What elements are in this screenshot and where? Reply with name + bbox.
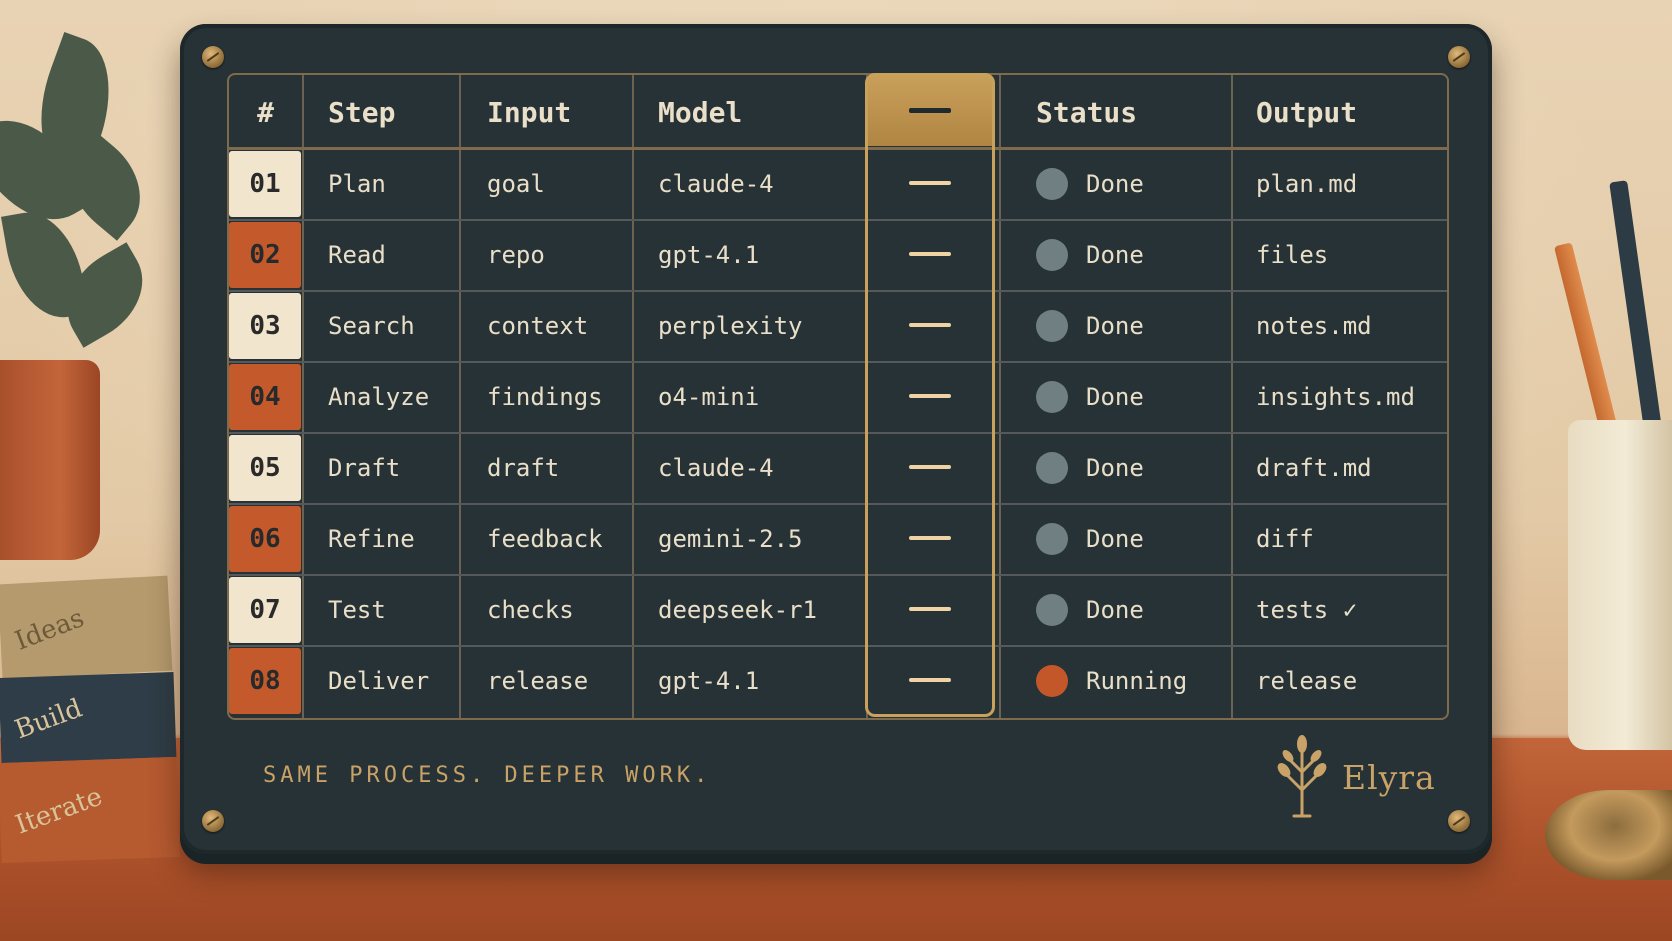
paperclip-dish [1545, 790, 1672, 880]
header-step: Step [328, 95, 396, 129]
dash-icon [909, 394, 951, 398]
row-number: 06 [229, 506, 301, 572]
screw-icon [1448, 810, 1470, 832]
row-status: Done [1036, 433, 1144, 503]
row-status: Running [1036, 646, 1187, 716]
pencil-cup [1568, 420, 1672, 750]
row-status-label: Done [1086, 454, 1144, 482]
row-input: draft [487, 454, 560, 482]
row-model: deepseek-r1 [658, 596, 817, 624]
dash-icon [909, 181, 951, 185]
status-done-icon [1036, 310, 1068, 342]
row-status-label: Done [1086, 525, 1144, 553]
row-output: release [1256, 667, 1358, 695]
row-status-label: Done [1086, 596, 1144, 624]
row-input: checks [487, 596, 574, 624]
status-done-icon [1036, 594, 1068, 626]
sprout-icon [1277, 735, 1327, 818]
row-model: perplexity [658, 312, 803, 340]
row-output: insights.md [1256, 383, 1415, 411]
book-iterate-label: Iterate [11, 781, 107, 841]
row-input: release [487, 667, 589, 695]
dash-icon [909, 252, 951, 256]
row-model: claude-4 [658, 170, 774, 198]
row-step: Analyze [328, 383, 430, 411]
row-number: 08 [229, 648, 301, 714]
row-output: tests ✓ [1256, 596, 1358, 624]
row-number: 01 [229, 151, 301, 217]
row-step: Test [328, 596, 386, 624]
row-output: diff [1256, 525, 1314, 553]
dash-icon [909, 465, 951, 469]
book-iterate: Iterate [0, 756, 180, 864]
dash-icon [909, 678, 951, 682]
book-build-label: Build [10, 692, 87, 745]
dash-icon [909, 607, 951, 611]
row-input: repo [487, 241, 545, 269]
screw-icon [1448, 46, 1470, 68]
desk-scene: Ideas Build Iterate # Step Input Model S… [0, 0, 1672, 941]
status-done-icon [1036, 452, 1068, 484]
row-step: Draft [328, 454, 401, 482]
book-build: Build [0, 671, 177, 764]
row-model: gemini-2.5 [658, 525, 803, 553]
book-ideas: Ideas [0, 575, 173, 680]
screw-icon [202, 46, 224, 68]
row-model: gpt-4.1 [658, 667, 760, 695]
row-input: feedback [487, 525, 603, 553]
status-running-icon [1036, 665, 1068, 697]
row-status: Done [1036, 362, 1144, 432]
row-status-label: Done [1086, 241, 1144, 269]
row-number: 02 [229, 222, 301, 288]
tagline: SAME PROCESS. DEEPER WORK. [263, 763, 712, 788]
row-status-label: Running [1086, 667, 1188, 695]
row-step: Plan [328, 170, 386, 198]
row-number: 05 [229, 435, 301, 501]
row-status: Done [1036, 575, 1144, 645]
dash-icon [909, 323, 951, 327]
row-status-label: Done [1086, 383, 1144, 411]
row-number: 04 [229, 364, 301, 430]
workflow-table: # Step Input Model Status Output 01 Plan… [227, 73, 1449, 720]
dash-icon [909, 536, 951, 540]
row-step: Read [328, 241, 386, 269]
row-input: goal [487, 170, 545, 198]
book-ideas-label: Ideas [11, 602, 89, 657]
row-output: notes.md [1256, 312, 1372, 340]
header-status: Status [1036, 95, 1138, 129]
status-done-icon [1036, 168, 1068, 200]
screw-icon [202, 810, 224, 832]
status-done-icon [1036, 523, 1068, 555]
header-input: Input [487, 95, 572, 129]
row-step: Search [328, 312, 415, 340]
row-status: Done [1036, 504, 1144, 574]
row-output: draft.md [1256, 454, 1372, 482]
brand-name: Elyra [1342, 758, 1436, 797]
dash-icon [909, 108, 951, 113]
row-step: Deliver [328, 667, 430, 695]
row-status: Done [1036, 291, 1144, 361]
row-model: o4-mini [658, 383, 760, 411]
row-output: plan.md [1256, 170, 1358, 198]
row-input: findings [487, 383, 603, 411]
row-model: gpt-4.1 [658, 241, 760, 269]
row-number: 07 [229, 577, 301, 643]
row-status: Done [1036, 149, 1144, 219]
header-model: Model [658, 95, 743, 129]
status-done-icon [1036, 381, 1068, 413]
row-model: claude-4 [658, 454, 774, 482]
row-number: 03 [229, 293, 301, 359]
header-output: Output [1256, 95, 1358, 129]
row-input: context [487, 312, 589, 340]
header-num: # [257, 95, 274, 129]
status-done-icon [1036, 239, 1068, 271]
row-output: files [1256, 241, 1329, 269]
plant-pot [0, 360, 100, 560]
row-status-label: Done [1086, 170, 1144, 198]
row-step: Refine [328, 525, 415, 553]
row-status-label: Done [1086, 312, 1144, 340]
row-status: Done [1036, 220, 1144, 290]
